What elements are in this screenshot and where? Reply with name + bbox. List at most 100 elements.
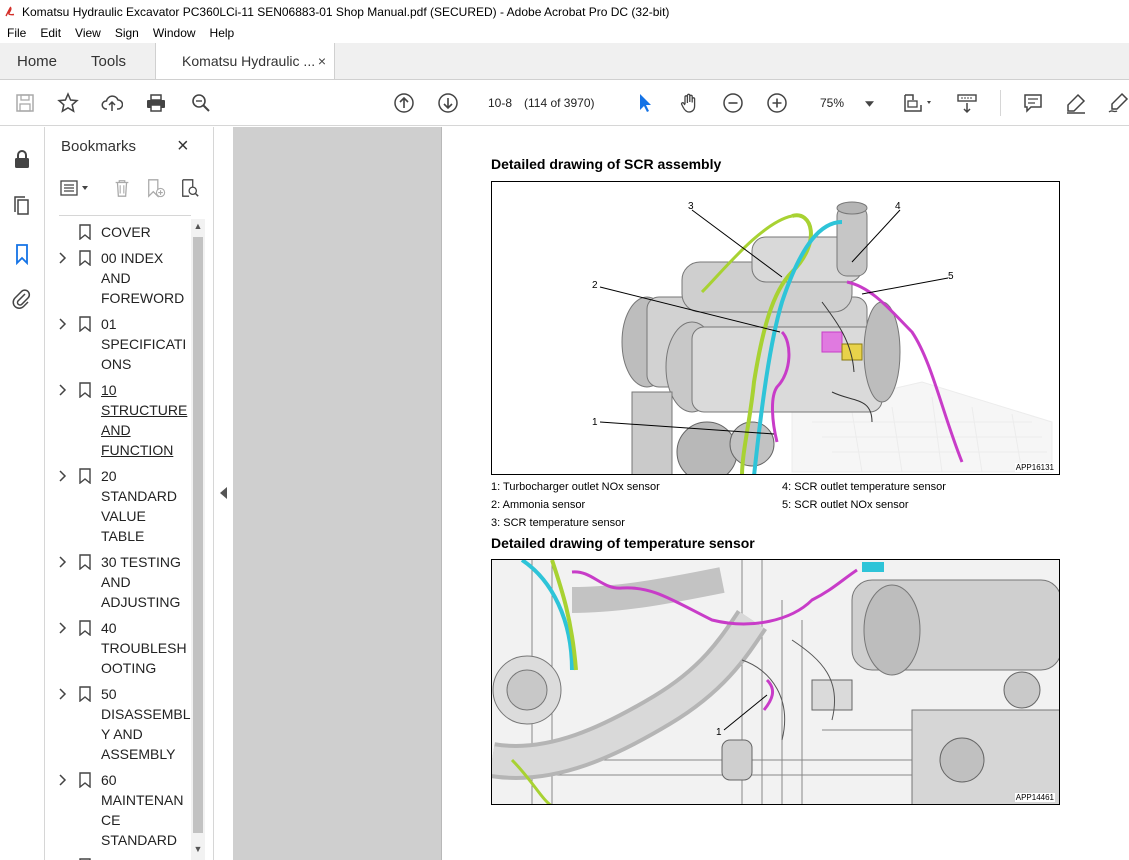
next-page-icon[interactable] — [436, 91, 460, 115]
bookmark-label: STRUCTURE — [101, 402, 188, 418]
bookmark-label: ONS — [101, 356, 132, 372]
chevron-right-icon[interactable] — [59, 316, 69, 332]
bookmarks-toolbar — [59, 175, 209, 201]
highlight-pen-icon[interactable] — [1064, 91, 1088, 115]
bookmark-label: OOTING — [101, 660, 157, 676]
bookmark-label: STANDARD — [101, 488, 177, 504]
scrollbar-thumb[interactable] — [193, 237, 203, 833]
select-cursor-icon[interactable] — [633, 91, 657, 115]
bookmark-item[interactable]: 10 STRUCTURE AND FUNCTION — [59, 380, 191, 460]
tab-bar: Home Tools Komatsu Hydraulic ... × — [0, 43, 1129, 80]
menu-view[interactable]: View — [68, 26, 108, 40]
figure-scr-assembly: 3 4 5 2 1 APP16131 — [491, 181, 1060, 475]
chevron-right-icon[interactable] — [59, 554, 69, 570]
menu-edit[interactable]: Edit — [33, 26, 68, 40]
close-panel-icon[interactable]: × — [177, 135, 189, 158]
main-toolbar: 10-8 (114 of 3970) 75% — [0, 80, 1129, 126]
bookmark-label: FOREWORD — [101, 290, 185, 306]
menu-sign[interactable]: Sign — [108, 26, 146, 40]
chevron-right-icon[interactable] — [59, 772, 69, 788]
bookmark-list: COVER 00 INDEX AND FOREWORD 01 SPECIFICATI ONS… — [59, 215, 191, 860]
navigation-rail — [0, 127, 45, 860]
bookmark-item[interactable]: 30 TESTING AND ADJUSTING — [59, 552, 191, 612]
scroll-down-icon[interactable]: ▼ — [191, 844, 205, 858]
legend-item-4: 4: SCR outlet temperature sensor — [782, 481, 946, 493]
bookmark-label: 60 — [101, 772, 117, 788]
bookmark-label: AND — [101, 270, 131, 286]
bookmark-item[interactable]: 00 INDEX AND FOREWORD — [59, 248, 191, 308]
scroll-mode-icon[interactable] — [955, 91, 979, 115]
panel-splitter[interactable] — [213, 127, 233, 860]
draw-sign-icon[interactable] — [1106, 91, 1129, 115]
figure-temperature-sensor: 1 APP14461 — [491, 559, 1060, 805]
zoom-level-value: 75% — [820, 96, 845, 110]
tab-tools[interactable]: Tools — [74, 43, 143, 79]
bookmark-flag-icon — [79, 686, 91, 703]
bookmark-item[interactable]: 50 DISASSEMBL Y AND ASSEMBLY — [59, 684, 191, 764]
pdf-page: Detailed drawing of SCR assembly 3 4 5 2… — [441, 127, 1129, 860]
hand-tool-icon[interactable] — [677, 91, 701, 115]
bookmark-options-icon[interactable] — [59, 177, 93, 199]
upload-cloud-icon[interactable] — [100, 91, 124, 115]
bookmark-item[interactable]: 01 SPECIFICATI ONS — [59, 314, 191, 374]
acrobat-app-icon — [4, 6, 16, 18]
figure2-callout-1: 1 — [716, 727, 722, 738]
bookmarks-panel-icon[interactable] — [10, 242, 34, 266]
lock-icon[interactable] — [10, 147, 34, 171]
find-bookmark-icon[interactable] — [179, 177, 201, 199]
page-number-input[interactable]: 10-8 — [481, 91, 519, 115]
bookmark-label: STANDARD — [101, 832, 177, 848]
tab-document[interactable]: Komatsu Hydraulic ... × — [155, 43, 336, 79]
bookmark-flag-icon — [79, 316, 91, 333]
chevron-right-icon[interactable] — [59, 382, 69, 398]
bookmark-flag-icon — [79, 224, 91, 241]
bookmark-flag-icon — [79, 772, 91, 789]
bookmark-label: ADJUSTING — [101, 594, 181, 610]
bookmarks-scrollbar[interactable]: ▲ ▼ — [191, 219, 205, 860]
chevron-right-icon[interactable] — [59, 620, 69, 636]
menu-file[interactable]: File — [0, 26, 33, 40]
save-icon[interactable] — [13, 91, 37, 115]
delete-bookmark-icon[interactable] — [111, 177, 133, 199]
comment-icon[interactable] — [1021, 91, 1045, 115]
bookmark-item[interactable]: 80 — [59, 856, 191, 860]
menu-bar: File Edit View Sign Window Help — [0, 23, 1129, 43]
zoom-out-icon[interactable] — [721, 91, 745, 115]
page-fit-icon[interactable] — [900, 91, 936, 115]
bookmark-flag-icon — [79, 554, 91, 571]
bookmark-label: 01 — [101, 316, 117, 332]
menu-window[interactable]: Window — [146, 26, 203, 40]
page-thumbnails-icon[interactable] — [10, 194, 34, 218]
bookmark-label: Y AND — [101, 726, 143, 742]
collapse-panel-icon[interactable] — [220, 487, 228, 499]
star-bookmark-icon[interactable] — [56, 91, 80, 115]
print-icon[interactable] — [144, 91, 168, 115]
attachments-paperclip-icon[interactable] — [10, 287, 34, 311]
menu-help[interactable]: Help — [203, 26, 242, 40]
bookmark-item[interactable]: COVER — [59, 222, 191, 242]
chevron-right-icon[interactable] — [59, 686, 69, 702]
zoom-level-select[interactable]: 75% — [808, 91, 880, 115]
new-bookmark-icon[interactable] — [145, 177, 167, 199]
bookmark-label: CE — [101, 812, 121, 828]
tab-home[interactable]: Home — [0, 43, 74, 79]
bookmark-label: FUNCTION — [101, 442, 174, 458]
callout-1: 1 — [592, 417, 598, 428]
zoom-search-icon[interactable] — [189, 91, 213, 115]
bookmark-item[interactable]: 20 STANDARD VALUE TABLE — [59, 466, 191, 546]
bookmark-label: VALUE TABLE — [101, 508, 146, 544]
chevron-right-icon[interactable] — [59, 468, 69, 484]
bookmark-item[interactable]: 60 MAINTENAN CE STANDARD — [59, 770, 191, 850]
bookmark-label: MAINTENAN — [101, 792, 184, 808]
chevron-right-icon[interactable] — [59, 250, 69, 266]
bookmark-item[interactable]: 40 TROUBLESH OOTING — [59, 618, 191, 678]
scroll-up-icon[interactable]: ▲ — [191, 221, 205, 235]
previous-page-icon[interactable] — [392, 91, 416, 115]
bookmark-label: 20 — [101, 468, 117, 484]
tab-document-label: Komatsu Hydraulic ... — [182, 53, 316, 69]
tab-close-icon[interactable]: × — [318, 53, 326, 69]
bookmark-label: SPECIFICATI — [101, 336, 187, 352]
zoom-in-icon[interactable] — [765, 91, 789, 115]
document-viewer[interactable]: Detailed drawing of SCR assembly 3 4 5 2… — [233, 127, 1129, 860]
bookmark-label: AND — [101, 422, 131, 438]
